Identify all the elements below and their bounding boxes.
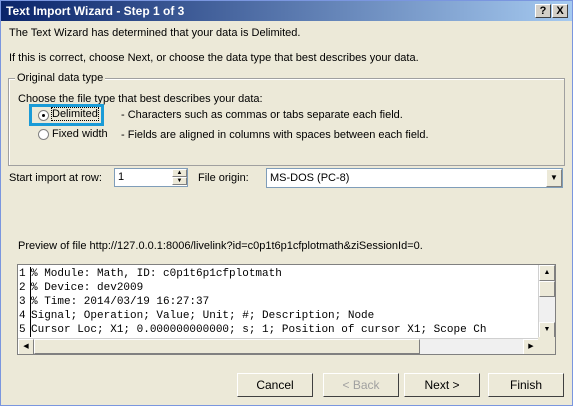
preview-row: 4 Signal; Operation; Value; Unit; #; Desc… bbox=[18, 309, 539, 323]
cancel-button[interactable]: Cancel bbox=[237, 373, 313, 397]
horizontal-scrollbar[interactable]: ◀ ▶ bbox=[18, 338, 539, 354]
scroll-right-icon[interactable]: ▶ bbox=[523, 339, 539, 354]
help-button[interactable]: ? bbox=[535, 4, 551, 18]
scroll-up-icon[interactable]: ▲ bbox=[539, 265, 555, 281]
preview-row-text: % Device: dev2009 bbox=[31, 282, 144, 294]
spin-down-icon[interactable]: ▼ bbox=[172, 177, 187, 185]
vertical-scroll-thumb[interactable] bbox=[539, 281, 555, 297]
horizontal-scroll-thumb[interactable] bbox=[34, 339, 420, 354]
preview-row: 2% Device: dev2009 bbox=[18, 281, 539, 295]
scroll-down-icon[interactable]: ▼ bbox=[539, 322, 555, 338]
preview-row-number: 3 bbox=[18, 295, 31, 309]
delimited-label[interactable]: Delimited bbox=[51, 107, 99, 121]
vertical-scrollbar[interactable]: ▲ ▼ bbox=[538, 265, 555, 338]
scrollbar-corner bbox=[538, 337, 555, 354]
preview-row-number: 1 bbox=[18, 267, 31, 281]
start-row-label: Start import at row: bbox=[9, 172, 102, 184]
fixed-width-label[interactable]: Fixed width bbox=[52, 128, 108, 140]
preview-row: 3% Time: 2014/03/19 16:27:37 bbox=[18, 295, 539, 309]
preview-row-text: Signal; Operation; Value; Unit; #; Descr… bbox=[31, 310, 375, 322]
preview-label: Preview of file http://127.0.0.1:8006/li… bbox=[18, 240, 423, 252]
preview-row: 1% Module: Math, ID: c0p1t6p1cfplotmath bbox=[18, 267, 539, 281]
file-preview[interactable]: 1% Module: Math, ID: c0p1t6p1cfplotmath … bbox=[17, 264, 556, 355]
intro-line-2: If this is correct, choose Next, or choo… bbox=[9, 52, 419, 64]
file-origin-value: MS-DOS (PC-8) bbox=[270, 172, 350, 184]
delimited-description: - Characters such as commas or tabs sepa… bbox=[121, 109, 403, 121]
intro-line-1: The Text Wizard has determined that your… bbox=[9, 27, 301, 39]
preview-row-number: 2 bbox=[18, 281, 31, 295]
scroll-left-icon[interactable]: ◀ bbox=[18, 339, 34, 354]
original-data-type-legend: Original data type bbox=[15, 72, 106, 84]
dialog-body: The Text Wizard has determined that your… bbox=[1, 21, 572, 405]
preview-row: 5 Cursor Loc; X1; 0.000000000000; s; 1; P… bbox=[18, 323, 539, 337]
chevron-down-icon[interactable]: ▼ bbox=[546, 169, 562, 187]
finish-button[interactable]: Finish bbox=[488, 373, 564, 397]
preview-lines: 1% Module: Math, ID: c0p1t6p1cfplotmath … bbox=[18, 267, 539, 341]
start-row-value: 1 bbox=[118, 171, 125, 183]
dialog-title: Text Import Wizard - Step 1 of 3 bbox=[6, 4, 185, 18]
file-origin-select[interactable]: MS-DOS (PC-8) ▼ bbox=[266, 168, 563, 188]
start-row-stepper[interactable]: 1 ▲ ▼ bbox=[114, 168, 188, 187]
preview-row-text: % Module: Math, ID: c0p1t6p1cfplotmath bbox=[31, 268, 282, 280]
preview-row-text: % Time: 2014/03/19 16:27:37 bbox=[31, 296, 210, 308]
preview-row-text: Cursor Loc; X1; 0.000000000000; s; 1; Po… bbox=[31, 324, 487, 336]
fixed-width-radio[interactable] bbox=[38, 129, 49, 140]
preview-row-number: 4 bbox=[18, 309, 31, 323]
next-button[interactable]: Next > bbox=[404, 373, 480, 397]
file-origin-label: File origin: bbox=[198, 172, 249, 184]
close-button[interactable]: X bbox=[552, 4, 568, 18]
delimited-radio[interactable] bbox=[38, 110, 49, 121]
fixed-width-description: - Fields are aligned in columns with spa… bbox=[121, 129, 429, 141]
back-button[interactable]: < Back bbox=[323, 373, 399, 397]
spin-up-icon[interactable]: ▲ bbox=[172, 169, 187, 177]
preview-row-number: 5 bbox=[18, 323, 31, 337]
title-bar[interactable]: Text Import Wizard - Step 1 of 3 ? X bbox=[1, 1, 572, 21]
text-import-wizard-dialog: Text Import Wizard - Step 1 of 3 ? X The… bbox=[0, 0, 573, 406]
